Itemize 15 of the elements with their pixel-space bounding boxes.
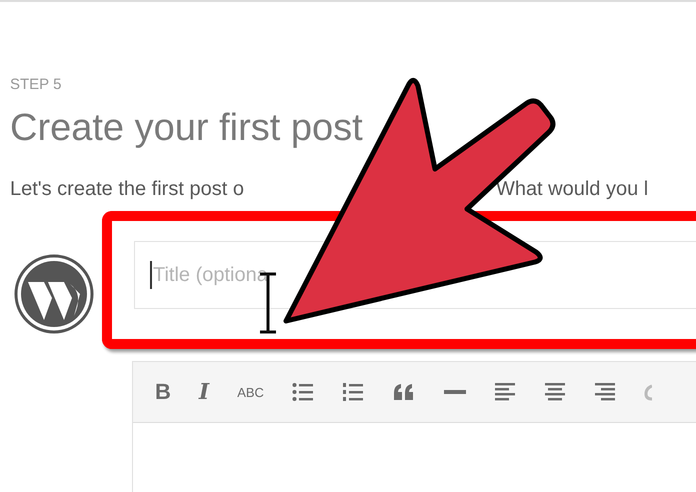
align-left-icon[interactable] (494, 382, 516, 402)
align-center-icon[interactable] (544, 382, 566, 402)
intro-text: What would you l (496, 178, 648, 201)
bold-button[interactable]: B (155, 379, 171, 405)
numbered-list-icon[interactable] (342, 382, 364, 402)
align-right-icon[interactable] (594, 382, 616, 402)
text-caret-icon (150, 261, 152, 289)
bullet-list-icon[interactable] (292, 382, 314, 402)
page-heading: Create your first post (10, 107, 364, 150)
intro-text: Let's create the first post o (10, 178, 244, 201)
quote-icon[interactable] (392, 383, 416, 401)
wordpress-logo-icon (14, 254, 94, 334)
italic-button[interactable]: I (198, 379, 210, 405)
step-label: STEP 5 (10, 76, 62, 93)
strike-button[interactable]: ABC (237, 384, 264, 400)
